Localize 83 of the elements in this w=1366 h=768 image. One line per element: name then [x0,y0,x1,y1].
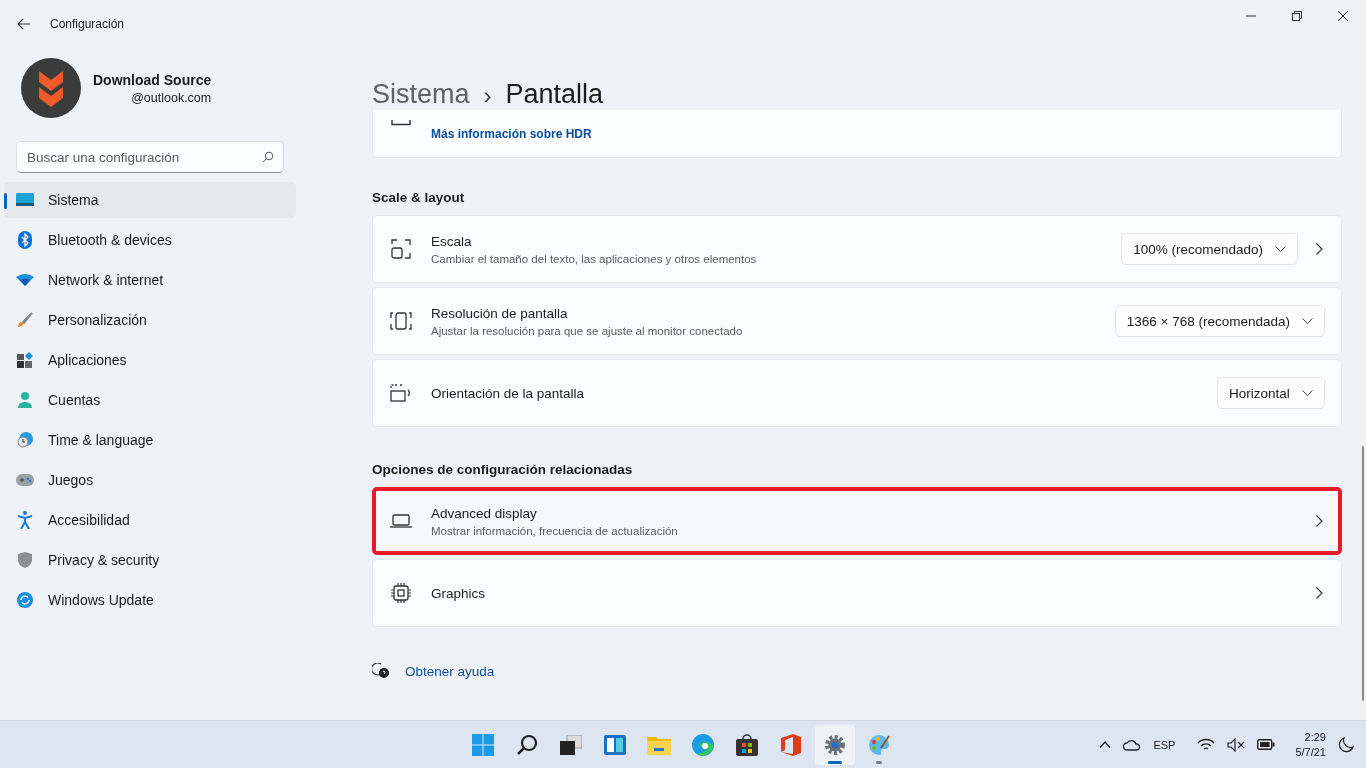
row-description: Mostrar información, frecuencia de actualización [431,524,679,537]
window-title: Configuración [50,17,125,31]
row-title: Advanced display [431,505,538,521]
sidebar-item[interactable]: Sistema [4,182,296,218]
scrollbar-thumb[interactable] [1362,446,1364,701]
sidebar-item[interactable]: Accesibilidad [4,502,296,538]
palette-icon [868,733,890,756]
caret-icon [1275,246,1286,252]
breadcrumb-link[interactable]: Sistema [372,79,470,110]
chevron-up-icon[interactable] [1099,741,1112,748]
browser-swirl-icon [692,733,714,756]
search-field[interactable]: Buscar una configuración [16,141,284,173]
section-title: Scale & layout [372,190,466,205]
gear-icon [824,733,846,756]
dropdown[interactable]: 100% (recomendado) [1121,233,1298,265]
resolution-icon [389,312,413,330]
rotate-screen-icon [389,384,413,402]
settings-row[interactable]: Advanced display Mostrar información, frecuencia de actualización [372,487,1342,555]
chip-icon [389,583,413,603]
shopping-bag-icon [736,733,758,756]
sidebar-item[interactable]: Aplicaciones [4,342,296,378]
caret-icon [1302,318,1313,324]
row-description: Cambiar el tamaño del texto, las aplicaciones y otros elementos [431,252,758,265]
wifi-icon[interactable] [1197,738,1216,751]
gamepad-icon [16,474,34,486]
page-title: Pantalla [505,79,604,110]
monitor-icon [16,193,34,207]
arrow-left-icon [17,18,31,30]
person-icon [16,392,34,408]
sidebar-item[interactable]: Bluetooth & devices [4,222,296,258]
search-icon [262,151,274,163]
office-icon [781,733,801,756]
sidebar-item[interactable]: Time & language [4,422,296,458]
brush-icon [16,312,34,328]
settings-row[interactable]: Resolución de pantalla Ajustar la resolución para que se ajuste al monitor conectado 1366 × 768 (recomendada) [372,287,1342,355]
settings-row[interactable]: Escala Cambiar el tamaño del texto, las aplicaciones y otros elementos 100% (recomendado) [372,215,1342,283]
globe-clock-icon [16,432,34,448]
speaker-muted-icon[interactable] [1227,737,1246,752]
sidebar-item[interactable]: Privacy & security [4,542,296,578]
apps-icon [16,352,34,368]
folder-icon [647,734,671,755]
help-link[interactable]: Obtener ayuda [405,663,495,679]
sidebar-item[interactable]: Juegos [4,462,296,498]
sidebar-item[interactable]: Cuentas [4,382,296,418]
row-title: Graphics [431,585,487,601]
close-icon [1338,11,1348,21]
cloud-icon[interactable] [1123,738,1142,751]
accessibility-icon [16,511,34,529]
scale-icon [389,239,413,259]
search-icon [516,733,538,756]
update-icon [16,592,34,608]
laptop-icon [389,514,413,528]
sidebar-item[interactable]: Network & internet [4,262,296,298]
help-icon [372,663,390,679]
profile-email: @outlook.com [131,90,212,105]
settings-row[interactable]: Graphics [372,559,1342,627]
windows-stack-icon [560,734,582,755]
bluetooth-icon [16,231,34,249]
clock[interactable]: 2:29 5/7/21 [1295,731,1326,758]
profile-name: Download Source [93,71,212,88]
sidebar-item[interactable]: Windows Update [4,582,296,618]
row-description: Ajustar la resolución para que se ajuste al monitor conectado [431,324,744,337]
settings-row[interactable]: Orientación de la pantalla Horizontal [372,359,1342,427]
moon-icon[interactable] [1338,736,1354,753]
avatar-logo-icon [21,58,81,118]
shield-icon [16,552,34,568]
windows-logo-icon [472,733,494,756]
dropdown[interactable]: Horizontal [1217,377,1325,409]
dropdown[interactable]: 1366 × 768 (recomendada) [1114,305,1325,337]
row-title: Orientación de la pantalla [431,385,586,401]
restore-icon [1292,11,1302,21]
sidebar-item[interactable]: Personalización [4,302,296,338]
battery-icon[interactable] [1257,739,1276,750]
section-title: Opciones de configuración relacionadas [372,462,634,477]
row-title: Resolución de pantalla [431,305,569,321]
caret-icon [1302,390,1313,396]
breadcrumb-separator: › [483,82,492,110]
hdr-link[interactable]: Más información sobre HDR [431,127,592,141]
widgets-icon [604,734,626,755]
hdr-icon [391,120,411,126]
row-title: Escala [431,233,473,249]
language-indicator[interactable]: ESP [1153,738,1176,751]
wifi-icon [16,274,34,286]
